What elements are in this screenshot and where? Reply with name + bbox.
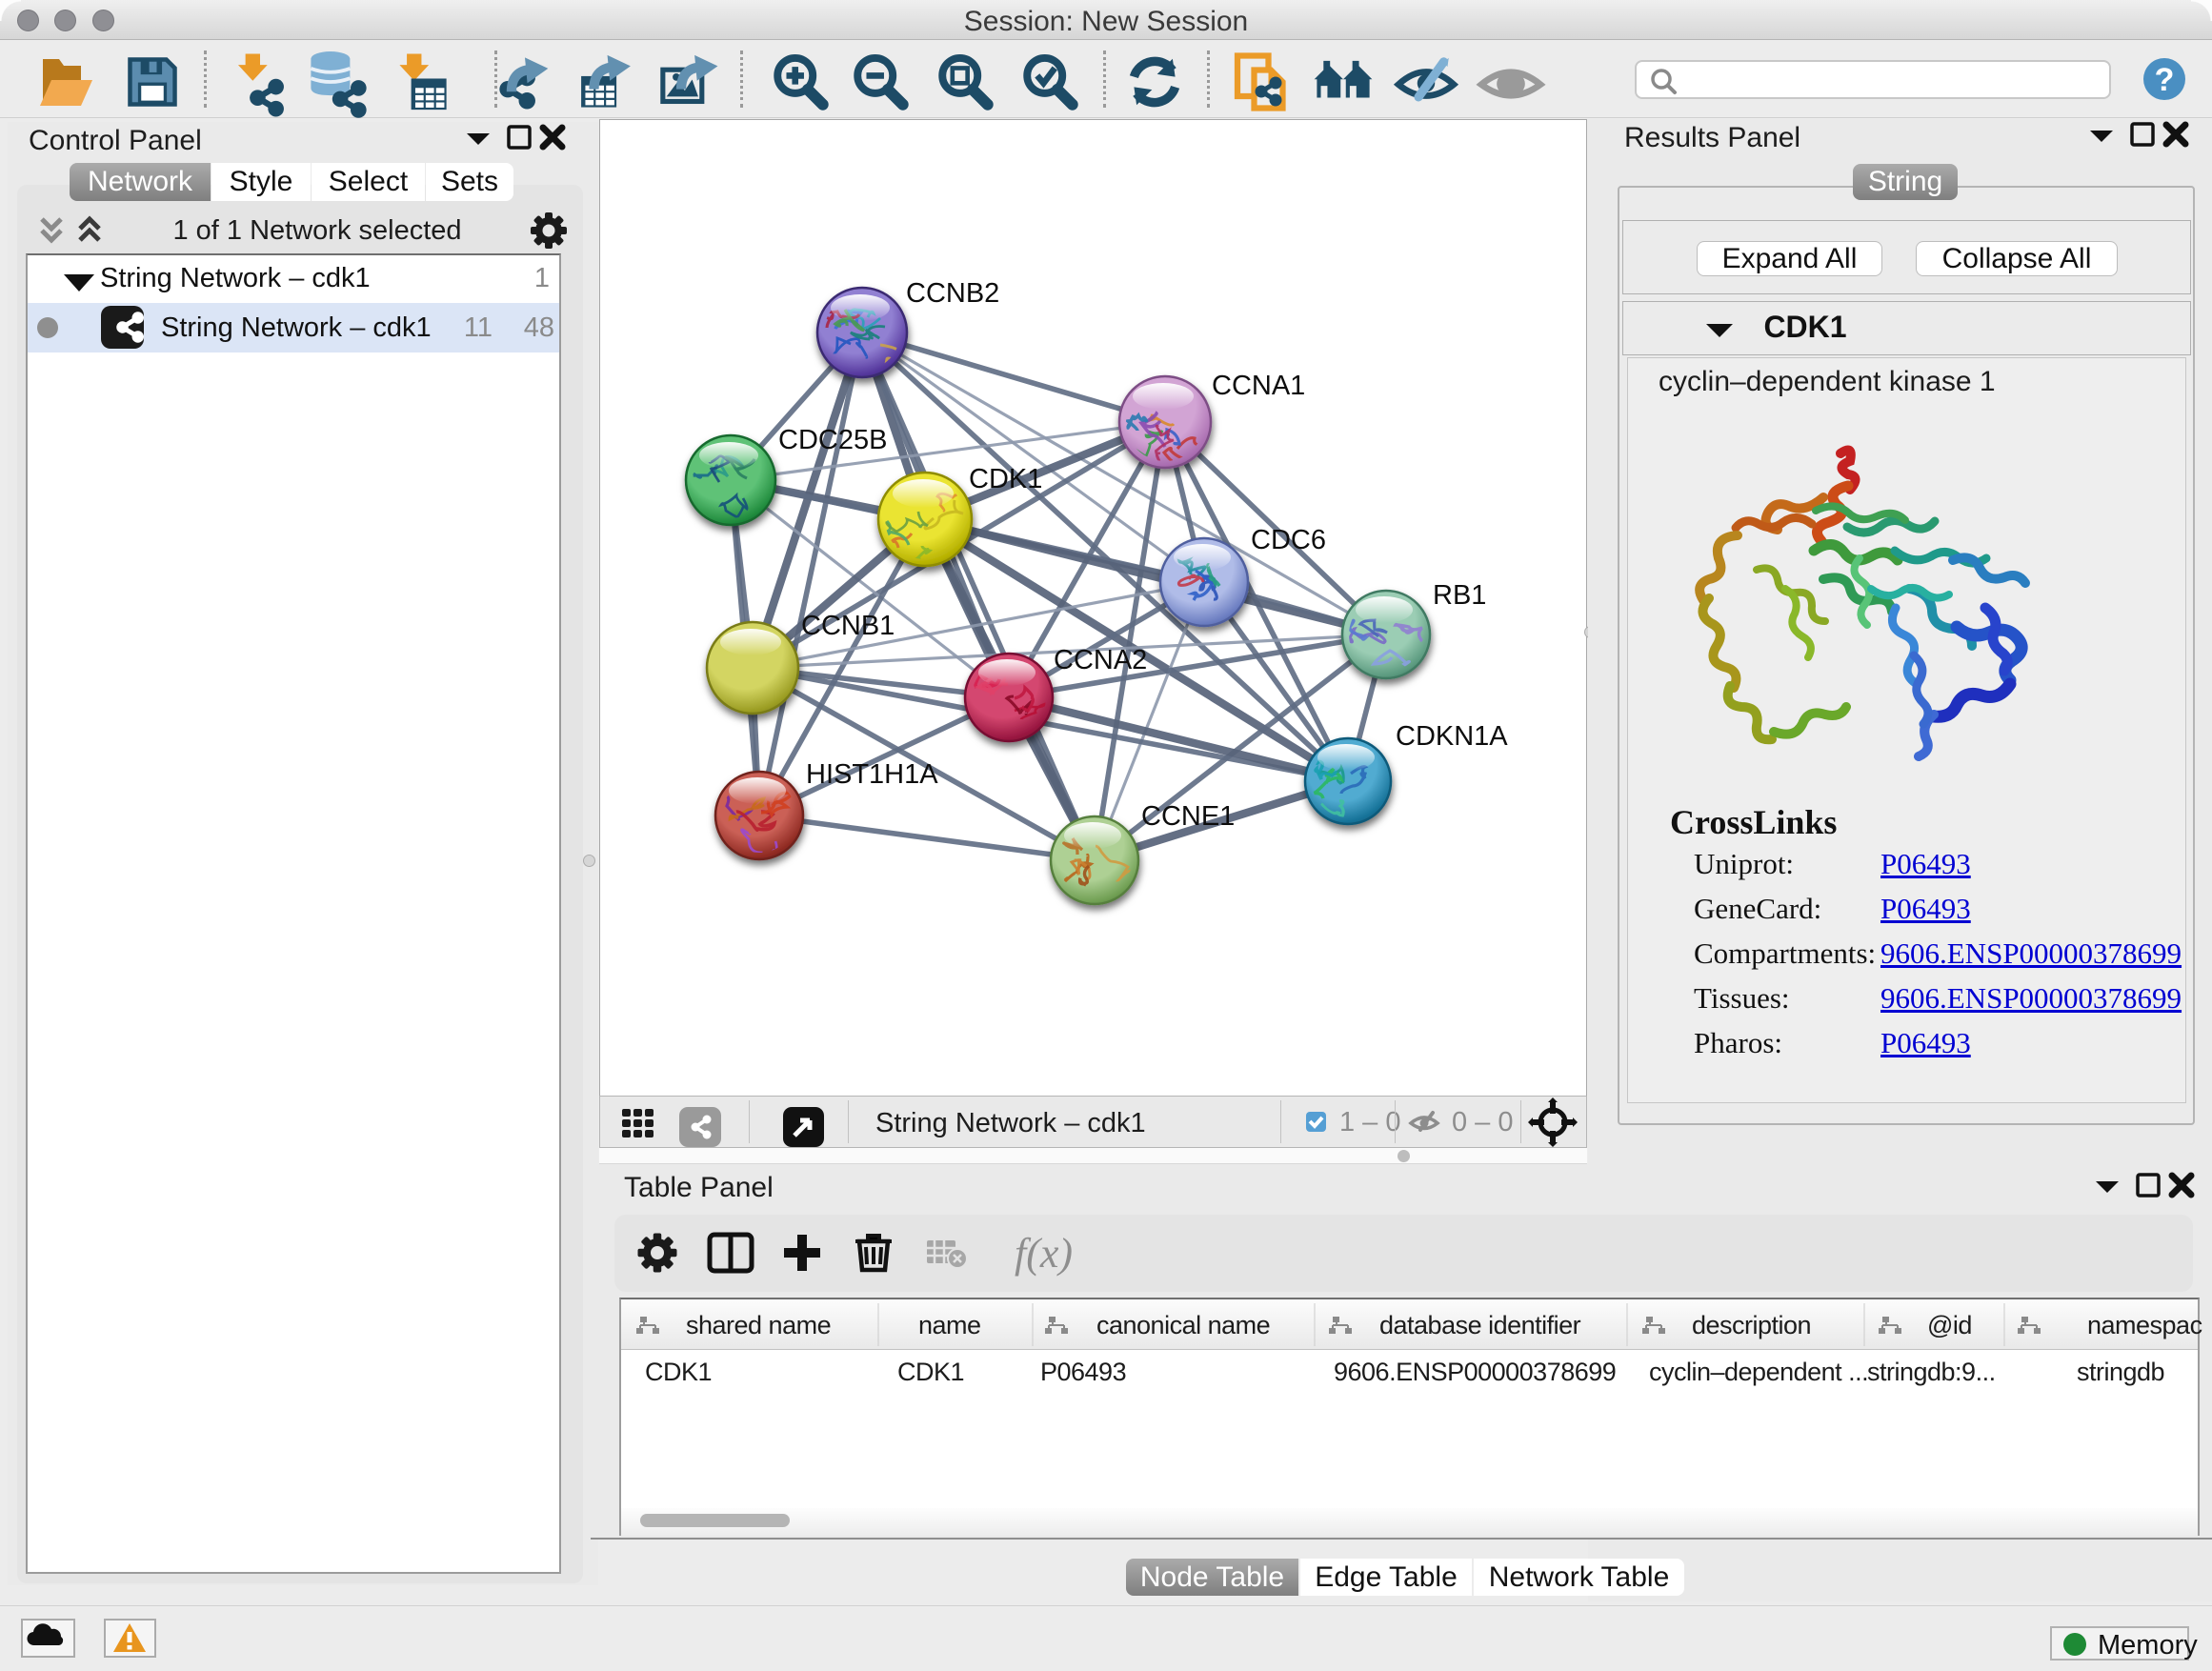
svg-text:CCNA2: CCNA2 [1054, 645, 1147, 675]
svg-text:shared name: shared name [686, 1311, 831, 1339]
svg-text:0 – 0: 0 – 0 [1452, 1107, 1514, 1137]
svg-text:CDC6: CDC6 [1251, 525, 1326, 555]
svg-text:CDK1: CDK1 [969, 464, 1042, 494]
svg-text:database identifier: database identifier [1379, 1311, 1581, 1339]
svg-text:@id: @id [1927, 1311, 1972, 1339]
svg-text:f(x): f(x) [1015, 1230, 1073, 1277]
svg-text:RB1: RB1 [1433, 580, 1486, 611]
svg-text:CCNB1: CCNB1 [801, 611, 895, 641]
svg-text:CDC25B: CDC25B [778, 425, 887, 455]
svg-text:?: ? [2155, 62, 2175, 98]
svg-text:namespac: namespac [2087, 1311, 2202, 1339]
svg-text:1 – 0: 1 – 0 [1339, 1107, 1401, 1137]
svg-text:canonical name: canonical name [1096, 1311, 1270, 1339]
svg-text:CCNE1: CCNE1 [1141, 801, 1235, 832]
svg-text:HIST1H1A: HIST1H1A [806, 759, 938, 790]
svg-text:CDKN1A: CDKN1A [1396, 721, 1508, 752]
svg-text:String Network – cdk1: String Network – cdk1 [875, 1108, 1146, 1138]
svg-text:CCNA1: CCNA1 [1212, 371, 1305, 401]
svg-text:CCNB2: CCNB2 [906, 278, 999, 309]
svg-text:name: name [918, 1311, 981, 1339]
svg-text:description: description [1692, 1311, 1811, 1339]
